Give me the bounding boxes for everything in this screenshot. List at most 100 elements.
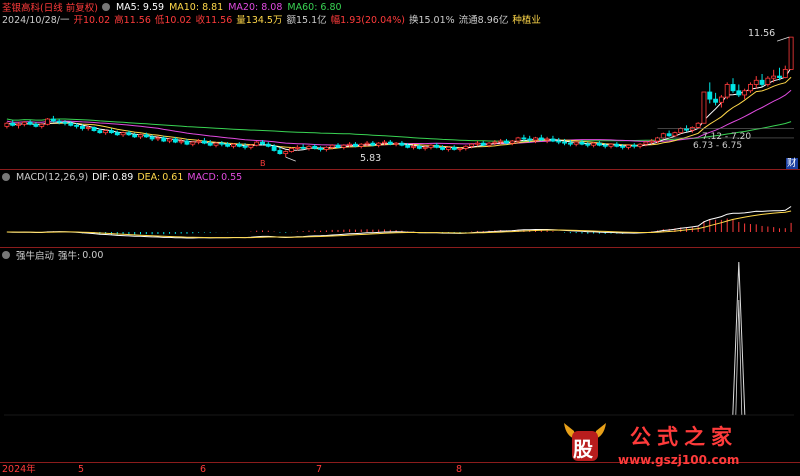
candle-body [445, 146, 451, 150]
candle-body [678, 128, 684, 134]
candle-body [730, 84, 736, 92]
candle-body [341, 144, 347, 148]
x-tick-label: 7 [316, 464, 323, 475]
candle-body [184, 140, 190, 145]
macd-header: MACD(12,26,9) DIF: 0.89 DEA: 0.61 MACD: 0.5… [2, 171, 242, 183]
candle-body [550, 138, 556, 142]
candle-body [306, 145, 312, 149]
indicator-label: 强牛: [58, 251, 81, 262]
candle-body [695, 122, 701, 128]
candle-body [753, 79, 759, 85]
settings-gear-icon[interactable] [2, 251, 10, 259]
candle-body [428, 144, 434, 148]
candle-body [718, 96, 724, 103]
candle-body [474, 142, 480, 145]
candle-body [486, 142, 492, 146]
macd-title[interactable]: MACD(12,26,9) [16, 172, 88, 183]
candle-body [213, 142, 219, 146]
candle-body [614, 143, 620, 147]
candle-body [254, 141, 260, 146]
candle-body [85, 127, 91, 129]
candle-body [689, 127, 695, 131]
candle-body [225, 143, 231, 147]
candle-body [74, 124, 80, 127]
candle-body [62, 121, 68, 124]
candle-body [347, 143, 353, 146]
candle-body [300, 146, 306, 149]
candle-body [463, 145, 469, 149]
candle-body [358, 143, 364, 147]
candle-body [27, 121, 33, 125]
candle-body [788, 36, 794, 70]
candle-body [736, 90, 742, 96]
candle-body [39, 123, 45, 127]
candle-body [132, 134, 138, 138]
panel-separator [0, 247, 800, 248]
candle-body [219, 142, 225, 145]
candle-body [538, 137, 544, 141]
candle-body [713, 98, 719, 103]
candle-body [405, 144, 411, 148]
candle-body [579, 141, 585, 145]
range-label-2: 6.73 - 6.75 [693, 141, 743, 151]
candle-body [56, 120, 62, 123]
candle-body [260, 141, 265, 145]
candle-body [399, 142, 405, 146]
dea-label: DEA: [137, 171, 161, 183]
watermark-url[interactable]: www.gszj100.com [618, 453, 739, 467]
candle-body [701, 91, 707, 124]
candle-body [724, 84, 730, 98]
low-price-label: 5.83 [360, 153, 382, 164]
candle-body [585, 143, 591, 146]
candle-body [97, 130, 103, 134]
candle-body [318, 147, 324, 150]
candle-body [660, 133, 666, 139]
dif-label: DIF: [92, 171, 111, 183]
candle-body [138, 134, 143, 138]
candle-body [626, 144, 631, 148]
candle-body [451, 146, 457, 150]
candle-body [387, 141, 393, 145]
candle-body [533, 137, 538, 141]
x-tick-label: 6 [200, 464, 207, 475]
candle-body [655, 137, 660, 142]
x-tick-label: 5 [78, 464, 85, 475]
candle-body [329, 144, 335, 148]
candle-body [591, 142, 597, 146]
settings-gear-icon[interactable] [2, 173, 10, 181]
candle-body [68, 122, 74, 126]
candle-body [411, 145, 416, 148]
candle-body [504, 140, 509, 144]
candle-body [759, 79, 765, 85]
candle-body [469, 143, 475, 147]
candle-body [190, 141, 196, 145]
candle-body [364, 142, 370, 145]
candle-body [161, 137, 167, 142]
candle-body [312, 145, 318, 149]
candle-body [10, 122, 16, 126]
candle-body [120, 132, 126, 136]
watermark-title: 公式之家 [630, 425, 738, 449]
dif-line [6, 206, 792, 239]
candle-body [707, 91, 713, 100]
candle-body [556, 140, 562, 143]
candle-body [573, 141, 579, 145]
indicator-title[interactable]: 强牛启动 [16, 248, 54, 262]
candle-body [231, 143, 236, 147]
candle-body [45, 118, 50, 125]
candle-body [353, 143, 358, 147]
candle-body [620, 145, 626, 148]
candle-body [172, 138, 178, 143]
candle-body [143, 134, 149, 138]
candle-body [602, 144, 608, 147]
candle-body [335, 144, 341, 148]
candle-body [440, 146, 445, 150]
candle-body [271, 145, 277, 151]
candle-body [50, 118, 56, 122]
chart-canvas [4, 36, 794, 416]
candle-body [283, 151, 289, 155]
candle-body [370, 142, 376, 146]
candle-body [771, 75, 777, 79]
candle-body [79, 125, 85, 129]
candle-body [207, 142, 213, 146]
